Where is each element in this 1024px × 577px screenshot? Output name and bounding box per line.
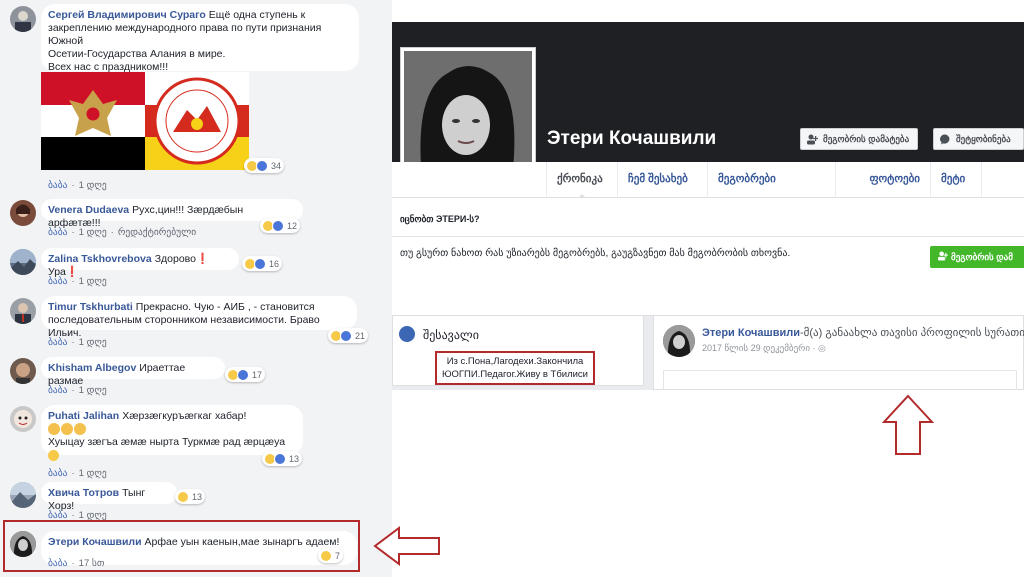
tab-photos[interactable]: ფოტოები [835, 162, 930, 198]
timestamp[interactable]: 1 დღე [79, 276, 107, 287]
comment-bubble: Puhati Jalihan Хæрзæгкуръæгкаг хабар! Хуы… [41, 405, 303, 461]
comment-meta: ბაბა · 1 დღე · რედაქტირებული [48, 227, 197, 238]
comment-bubble: Zalina Tskhovrebova Здорово❗ Ура❗ [41, 248, 239, 278]
like-link[interactable]: ბაბა [48, 468, 67, 479]
flags-image[interactable] [41, 72, 249, 170]
smile-icon [48, 449, 59, 461]
tab-more[interactable]: მეტი ▾ [930, 162, 982, 219]
comment-author[interactable]: Timur Tskhurbati [48, 301, 133, 313]
like-link[interactable]: ბაბა [48, 276, 67, 287]
like-icon [256, 160, 268, 172]
post-card: Этери Кочашвили-მ(ა) განაახლა თავისი პრო… [653, 316, 1024, 390]
like-link[interactable]: ბაბა [48, 180, 67, 191]
comment-author[interactable]: Khisham Albegov [48, 362, 136, 374]
comment-meta: ბაბა · 1 დღე [48, 468, 107, 479]
add-friend-button[interactable]: მეგობრის დამატება [800, 128, 919, 150]
timestamp[interactable]: 1 დღე [79, 180, 107, 191]
avatar[interactable] [10, 482, 36, 508]
divider [392, 236, 1024, 237]
reaction-count[interactable]: 34 [244, 158, 285, 173]
avatar[interactable] [10, 406, 36, 432]
like-link[interactable]: ბაბა [48, 337, 67, 348]
add-friend-icon [807, 134, 818, 144]
comment-bubble: Сергей Владимирович Сураго Ещё одна ступе… [41, 4, 359, 73]
profile-tabs: ქრონიკა ჩემ შესახებ მეგობრები ფოტოები მე… [392, 162, 1024, 219]
post-avatar[interactable] [663, 325, 695, 357]
bio-text: Из с.Пона,Лагодехи.Закончила ЮОГПИ.Педаг… [435, 351, 595, 385]
like-icon [274, 453, 286, 465]
comment-author[interactable]: Venera Dudaeva [48, 204, 129, 216]
messenger-icon [940, 133, 950, 144]
tab-friends[interactable]: მეგობრები [707, 162, 835, 198]
post-content[interactable] [663, 370, 1017, 390]
timestamp[interactable]: 1 დღე [79, 468, 107, 479]
comment-author[interactable]: Хвича Тотров [48, 487, 119, 499]
tab-about[interactable]: ჩემ შესახებ [617, 162, 707, 198]
avatar[interactable] [10, 358, 36, 384]
comment-bubble: Хвича Тотров Тынг Хорз! [41, 482, 177, 512]
like-icon [254, 258, 266, 270]
timestamp[interactable]: 1 დღე [79, 227, 107, 238]
clap-icon [48, 423, 60, 436]
intro-title: შესავალი [423, 328, 479, 342]
add-friend-icon [938, 251, 949, 261]
comment-meta: ბაბა · 1 დღე [48, 337, 107, 348]
comment-meta: ბაბა · 1 დღე [48, 385, 107, 396]
avatar[interactable] [10, 6, 36, 32]
profile-name[interactable]: Этери Кочашвили [547, 128, 716, 150]
reaction-count[interactable]: 17 [225, 367, 266, 382]
clap-icon [61, 423, 73, 436]
comment-bubble: Khisham Albegov Ираеттае размае [41, 357, 225, 387]
avatar[interactable] [10, 200, 36, 226]
comment-author[interactable]: Puhati Jalihan [48, 410, 119, 422]
avatar[interactable] [10, 298, 36, 324]
tab-timeline[interactable]: ქრონიკა [546, 162, 617, 200]
clap-icon [74, 423, 86, 436]
reaction-count[interactable]: 16 [242, 256, 283, 271]
like-icon [237, 369, 249, 381]
like-icon [272, 220, 284, 232]
reaction-count[interactable]: 13 [175, 489, 206, 504]
know-question: იცნობთ ЭТЕРИ-ს? [400, 214, 480, 224]
arrow-left-annotation [373, 526, 440, 566]
highlight-box [3, 520, 360, 572]
arrow-up-annotation [882, 394, 934, 455]
comment-meta: ბაბა · 1 დღე [48, 180, 107, 191]
comment-author[interactable]: Сергей Владимирович Сураго [48, 9, 206, 21]
comments-panel: Сергей Владимирович Сураго Ещё одна ступе… [0, 0, 392, 577]
reaction-count[interactable]: 12 [260, 218, 301, 233]
avatar[interactable] [10, 249, 36, 275]
timestamp[interactable]: 1 დღე [79, 385, 107, 396]
post-author[interactable]: Этери Кочашвили [702, 327, 800, 339]
edited-label[interactable]: რედაქტირებული [118, 227, 196, 238]
comment-meta: ბაბა · 1 დღე [48, 276, 107, 287]
post-date[interactable]: 2017 წლის 29 დეკემბერი · ◎ [702, 343, 826, 354]
intro-card: შესავალი Из с.Пона,Лагодехи.Закончила ЮО… [392, 316, 644, 386]
like-icon [340, 330, 352, 342]
haha-icon [177, 491, 189, 503]
comment-bubble: Timur Tskhurbati Прекрасно. Чую - АИБ , -… [41, 296, 357, 339]
timestamp[interactable]: 1 დღე [79, 337, 107, 348]
know-text: თუ გსურთ ნახოთ რას უზიარებს მეგობრებს, გ… [400, 248, 791, 259]
reaction-count[interactable]: 13 [262, 451, 303, 466]
add-friend-green-button[interactable]: მეგობრის დამ [930, 246, 1024, 268]
like-link[interactable]: ბაბა [48, 227, 67, 238]
globe-icon [399, 326, 415, 342]
profile-panel: Этери Кочашвили მეგობრის დამატება შეტყობ… [392, 0, 1024, 577]
post-title: Этери Кочашвили-მ(ა) განაახლა თავისი პრო… [702, 327, 1024, 339]
reaction-count[interactable]: 21 [328, 328, 369, 343]
message-button[interactable]: შეტყობინება [933, 128, 1024, 150]
comment-author[interactable]: Zalina Tskhovrebova [48, 253, 152, 265]
like-link[interactable]: ბაბა [48, 385, 67, 396]
